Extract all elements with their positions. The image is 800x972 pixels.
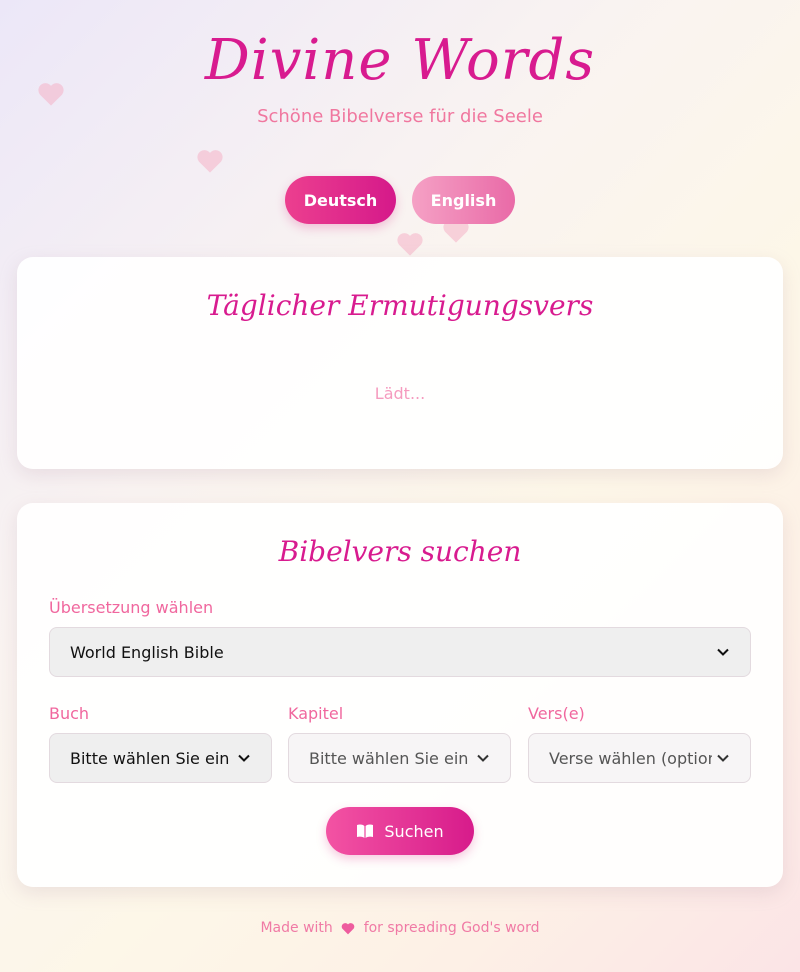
chevron-down-icon: [717, 648, 729, 656]
search-button[interactable]: Suchen: [326, 807, 474, 855]
chevron-down-icon: [717, 754, 729, 762]
book-select[interactable]: Bitte wählen Sie ein Bu: [49, 733, 272, 783]
chapter-value: Bitte wählen Sie ein Ka: [309, 748, 472, 768]
app-subtitle: Schöne Bibelverse für die Seele: [257, 106, 543, 127]
verse-select[interactable]: Verse wählen (optional: [528, 733, 751, 783]
daily-verse-title: Täglicher Ermutigungsvers: [206, 289, 594, 322]
language-button-english[interactable]: English: [412, 176, 515, 224]
verse-search-card: Bibelvers suchen Übersetzung wählen Worl…: [17, 503, 783, 887]
daily-verse-card: Täglicher Ermutigungsvers Lädt...: [17, 257, 783, 469]
chevron-down-icon: [238, 754, 250, 762]
footer-prefix: Made with: [260, 920, 333, 936]
book-label: Buch: [49, 704, 90, 723]
search-button-label: Suchen: [384, 821, 444, 841]
chapter-select[interactable]: Bitte wählen Sie ein Ka: [288, 733, 511, 783]
translation-select[interactable]: World English Bible: [49, 627, 751, 677]
language-button-deutsch[interactable]: Deutsch: [285, 176, 396, 224]
open-book-icon: [357, 824, 374, 838]
search-title: Bibelvers suchen: [278, 535, 522, 568]
decorative-heart-icon: [196, 148, 224, 174]
decorative-heart-icon: [396, 231, 424, 257]
app-title: Divine Words: [204, 28, 596, 93]
chevron-down-icon: [477, 754, 489, 762]
verse-value: Verse wählen (optional: [549, 748, 712, 768]
loading-status: Lädt...: [374, 384, 426, 403]
footer-suffix: for spreading God's word: [363, 920, 540, 936]
translation-label: Übersetzung wählen: [49, 598, 214, 617]
chapter-label: Kapitel: [288, 704, 344, 723]
heart-icon: [341, 922, 355, 934]
book-value: Bitte wählen Sie ein Bu: [70, 748, 233, 768]
verse-label: Vers(e): [528, 704, 585, 723]
translation-value: World English Bible: [70, 642, 224, 662]
footer: Made with for spreading God's word: [0, 920, 800, 936]
